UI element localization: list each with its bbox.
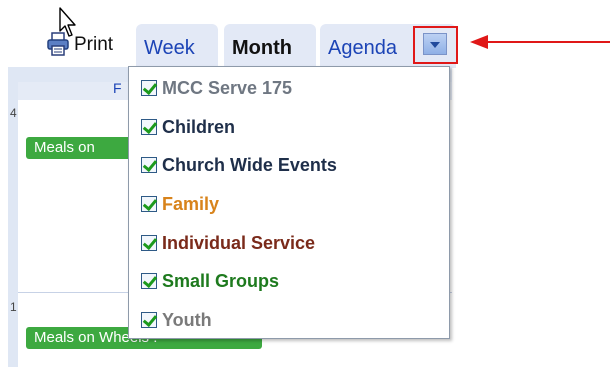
annotation-arrow [486, 41, 610, 43]
annotation-highlight-box [413, 26, 458, 64]
checkbox-checked-icon[interactable] [141, 156, 158, 173]
left-margin [0, 90, 7, 367]
calendar-option-small-groups[interactable]: Small Groups [141, 269, 279, 293]
checkbox-checked-icon[interactable] [141, 79, 158, 96]
day-header-label: F [113, 80, 122, 96]
tab-week[interactable]: Week [136, 24, 218, 68]
option-label: Small Groups [162, 270, 280, 291]
option-label: Children [162, 116, 236, 137]
calendar-option-church-wide-events[interactable]: Church Wide Events [141, 153, 337, 177]
option-label: Youth [162, 309, 212, 330]
tab-label: Week [144, 37, 195, 59]
tab-month[interactable]: Month [224, 24, 316, 68]
calendar-option-individual-service[interactable]: Individual Service [141, 231, 315, 255]
annotation-arrow-head [470, 35, 488, 49]
date-tick: 1 [10, 300, 17, 314]
tab-label: Month [232, 37, 292, 59]
option-label: Church Wide Events [162, 154, 337, 175]
tab-label: Agenda [328, 37, 397, 59]
option-label: Family [162, 193, 220, 214]
option-label: Individual Service [162, 232, 316, 253]
calendar-option-children[interactable]: Children [141, 115, 235, 139]
calendar-option-family[interactable]: Family [141, 192, 219, 216]
option-label: MCC Serve 175 [162, 77, 293, 98]
calendar-event[interactable]: Meals on [26, 137, 136, 159]
checkbox-checked-icon[interactable] [141, 234, 158, 251]
checkbox-checked-icon[interactable] [141, 118, 158, 135]
checkbox-checked-icon[interactable] [141, 272, 158, 289]
checkbox-checked-icon[interactable] [141, 311, 158, 328]
calendar-option-youth[interactable]: Youth [141, 308, 212, 332]
date-tick: 4 [10, 106, 17, 120]
checkbox-checked-icon[interactable] [141, 195, 158, 212]
calendars-dropdown-menu: MCC Serve 175 Children Church Wide Event… [128, 66, 450, 339]
calendar-option-mcc-serve-175[interactable]: MCC Serve 175 [141, 76, 292, 100]
mouse-cursor-icon [58, 7, 80, 39]
